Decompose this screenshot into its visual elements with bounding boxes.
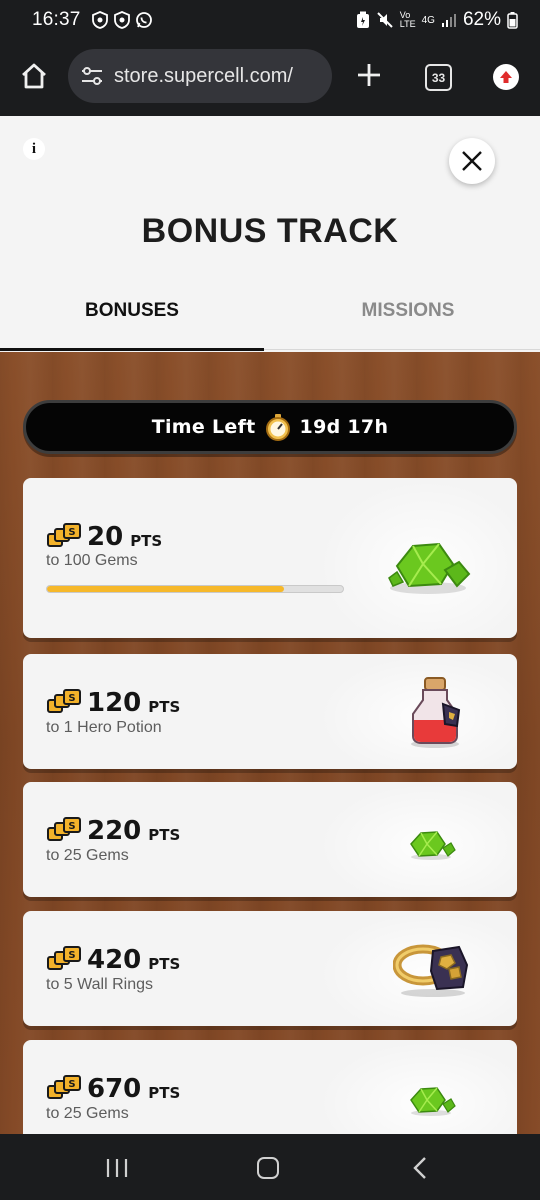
home-icon <box>22 63 46 89</box>
timer-value: 19d 17h <box>299 416 389 438</box>
wall-ring-icon <box>393 944 469 997</box>
mute-icon <box>377 12 393 28</box>
points-value: 220 <box>87 816 142 846</box>
plus-icon <box>358 64 380 86</box>
points-unit: PTS <box>148 698 181 716</box>
reward-text: to 5 Wall Rings <box>46 976 153 993</box>
recent-apps-button[interactable] <box>105 1158 129 1178</box>
points-row: S 420 PTS <box>46 945 180 973</box>
page-title: BONUS TRACK <box>141 212 399 250</box>
points-value: 20 <box>87 522 124 552</box>
points-row: S 120 PTS <box>46 688 180 716</box>
gem-icon <box>410 831 456 860</box>
svg-text:S: S <box>68 821 75 832</box>
points-value: 120 <box>87 688 142 718</box>
close-icon <box>462 151 482 171</box>
bonus-card[interactable]: S 120 PTS to 1 Hero Potion <box>23 654 517 769</box>
reward-text: to 1 Hero Potion <box>46 719 162 736</box>
notification-icons <box>91 11 153 29</box>
tab-bonuses[interactable]: BONUSES <box>0 300 264 322</box>
site-settings-icon[interactable] <box>80 65 104 87</box>
reward-text: to 25 Gems <box>46 1105 129 1122</box>
points-row: S 220 PTS <box>46 816 180 844</box>
gem-icon <box>410 1087 456 1116</box>
signal-icon <box>441 14 456 27</box>
battery-icon <box>507 12 518 29</box>
shield-icon <box>91 11 108 29</box>
tab-divider <box>264 349 540 350</box>
stopwatch-icon <box>265 414 290 441</box>
address-bar[interactable]: store.supercell.com/ <box>68 49 332 103</box>
points-unit: PTS <box>148 826 181 844</box>
bonus-card[interactable]: S 220 PTS to 25 Gems <box>23 782 517 897</box>
points-unit: PTS <box>130 532 163 550</box>
home-button[interactable] <box>16 58 52 94</box>
points-row: S 20 PTS <box>46 522 162 550</box>
points-coin-icon: S <box>47 946 81 970</box>
url-text[interactable]: store.supercell.com/ <box>114 65 293 88</box>
progress-bar <box>46 585 344 593</box>
progress-fill <box>47 586 284 592</box>
points-coin-icon: S <box>47 1075 81 1099</box>
svg-text:S: S <box>68 527 75 538</box>
bonus-card[interactable]: S 20 PTS to 100 Gems <box>23 478 517 638</box>
points-coin-icon: S <box>47 689 81 713</box>
status-right: Vo LTE 4G 62% <box>356 9 518 31</box>
svg-text:S: S <box>68 950 75 961</box>
points-value: 670 <box>87 1074 142 1104</box>
home-nav-button[interactable] <box>257 1157 279 1179</box>
whatsapp-icon <box>135 12 152 28</box>
battery-saver-icon <box>356 11 369 28</box>
gems-icon <box>388 542 471 594</box>
network-gen: 4G <box>421 14 435 26</box>
points-value: 420 <box>87 945 142 975</box>
close-button[interactable] <box>449 138 495 184</box>
points-unit: PTS <box>148 955 181 973</box>
battery-percent: 62% <box>462 9 501 30</box>
points-coin-icon: S <box>47 817 81 841</box>
bonus-card[interactable]: S 420 PTS to 5 Wall Rings <box>23 911 517 1026</box>
browser-toolbar: store.supercell.com/ 33 <box>0 40 540 116</box>
new-tab-button[interactable] <box>352 58 386 92</box>
tab-switcher-button[interactable]: 33 <box>425 64 452 91</box>
tab-missions[interactable]: MISSIONS <box>276 300 540 322</box>
points-coin-icon: S <box>47 523 81 547</box>
back-button[interactable] <box>410 1156 430 1180</box>
svg-text:S: S <box>68 693 75 704</box>
shield-icon <box>113 11 130 29</box>
volte-label: Vo LTE <box>399 10 416 29</box>
points-unit: PTS <box>148 1084 181 1102</box>
system-nav-bar <box>0 1134 540 1200</box>
reward-text: to 100 Gems <box>46 552 138 569</box>
points-row: S 670 PTS <box>46 1074 180 1102</box>
update-button[interactable] <box>493 64 519 90</box>
status-time: 16:37 <box>32 9 81 30</box>
info-button[interactable]: i <box>23 138 45 160</box>
svg-text:S: S <box>68 1079 75 1090</box>
hero-potion-icon <box>411 677 461 748</box>
status-bar: 16:37 Vo LTE 4G 62% <box>0 0 540 40</box>
timer-label: Time Left <box>151 416 256 438</box>
reward-text: to 25 Gems <box>46 847 129 864</box>
time-left-banner: Time Left 19d 17h <box>23 400 517 454</box>
active-tab-indicator <box>0 348 264 351</box>
arrow-up-icon <box>500 71 512 83</box>
